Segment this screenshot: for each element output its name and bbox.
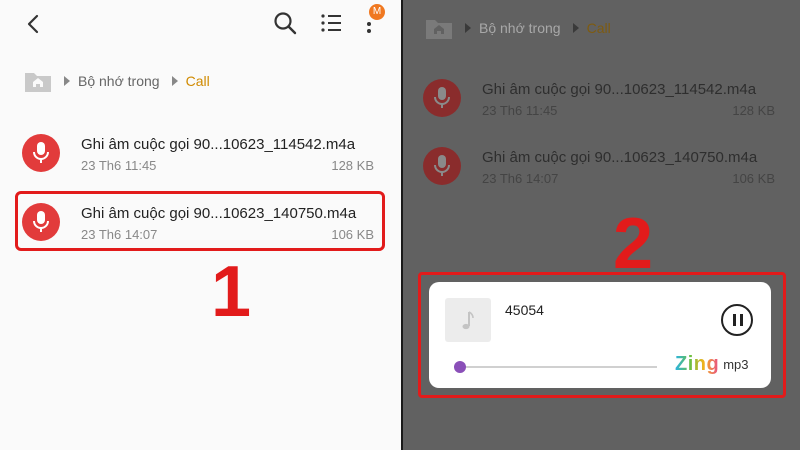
breadcrumb-root[interactable]: Bộ nhớ trong xyxy=(78,73,160,89)
microphone-icon xyxy=(33,142,49,163)
file-size: 128 KB xyxy=(331,158,374,173)
file-size: 128 KB xyxy=(732,103,775,118)
breadcrumb-separator xyxy=(64,76,70,86)
step-number: 2 xyxy=(613,204,654,284)
progress-track[interactable] xyxy=(461,366,657,368)
file-date: 23 Th6 14:07 xyxy=(482,171,559,186)
audio-file-icon xyxy=(22,134,60,172)
breadcrumb-root[interactable]: Bộ nhớ trong xyxy=(479,20,561,36)
file-item[interactable]: Ghi âm cuộc gọi 90...10623_114542.m4a 23… xyxy=(423,75,775,119)
mini-player[interactable]: 45054 Zing mp3 xyxy=(429,282,771,388)
file-name: Ghi âm cuộc gọi 90...10623_114542.m4a xyxy=(482,81,757,98)
left-screen: M Bộ nhớ trong Call Ghi âm cuộc gọi 90..… xyxy=(0,0,402,450)
step-number: 1 xyxy=(211,252,252,332)
audio-file-icon xyxy=(423,147,461,185)
highlight-outline xyxy=(15,191,385,251)
top-app-bar: M xyxy=(0,0,402,48)
breadcrumb: Bộ nhớ trong Call xyxy=(425,14,611,42)
breadcrumb-separator xyxy=(465,23,471,33)
zing-mp3-logo: Zing mp3 xyxy=(675,352,749,376)
back-icon[interactable] xyxy=(22,12,46,36)
breadcrumb: Bộ nhớ trong Call xyxy=(24,67,210,95)
microphone-icon xyxy=(434,155,450,176)
folder-home-icon[interactable] xyxy=(425,16,453,40)
search-icon[interactable] xyxy=(272,10,298,36)
file-name: Ghi âm cuộc gọi 90...10623_114542.m4a xyxy=(81,136,356,153)
progress-thumb[interactable] xyxy=(454,361,466,373)
right-screen: Bộ nhớ trong Call Ghi âm cuộc gọi 90...1… xyxy=(403,0,800,450)
music-note-icon xyxy=(462,311,474,330)
file-item[interactable]: Ghi âm cuộc gọi 90...10623_114542.m4a 23… xyxy=(22,130,374,174)
file-size: 106 KB xyxy=(732,171,775,186)
album-art xyxy=(445,298,491,342)
brand-mp3: mp3 xyxy=(723,356,749,372)
list-view-icon[interactable] xyxy=(320,12,342,34)
file-item[interactable]: Ghi âm cuộc gọi 90...10623_140750.m4a 23… xyxy=(423,143,775,187)
track-title: 45054 xyxy=(505,302,544,318)
notification-badge: M xyxy=(369,4,385,20)
folder-home-icon[interactable] xyxy=(24,69,52,93)
pause-icon xyxy=(733,314,736,326)
file-date: 23 Th6 11:45 xyxy=(81,158,157,173)
brand-zing: Zing xyxy=(675,352,720,375)
pause-button[interactable] xyxy=(721,304,753,336)
breadcrumb-separator xyxy=(572,23,579,33)
pause-icon xyxy=(740,314,743,326)
microphone-icon xyxy=(434,87,450,108)
file-date: 23 Th6 11:45 xyxy=(482,103,558,118)
breadcrumb-current[interactable]: Call xyxy=(186,73,210,89)
file-name: Ghi âm cuộc gọi 90...10623_140750.m4a xyxy=(482,149,758,166)
breadcrumb-separator xyxy=(171,76,178,86)
audio-file-icon xyxy=(423,79,461,117)
breadcrumb-current[interactable]: Call xyxy=(587,20,611,36)
